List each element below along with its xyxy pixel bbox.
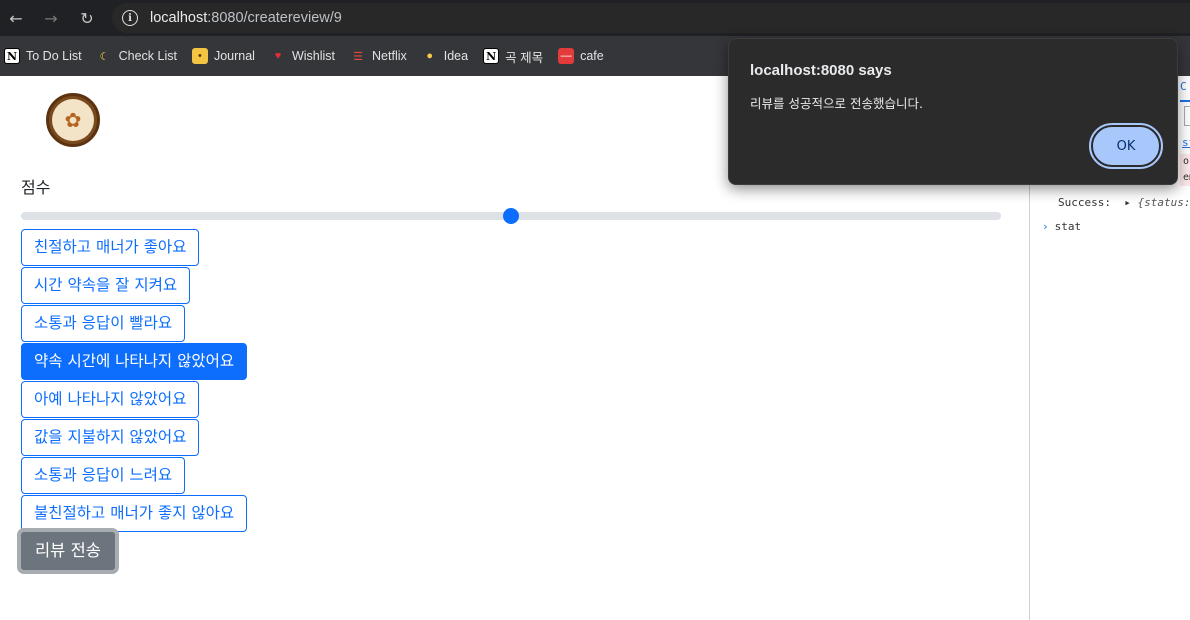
url-path: :8080/createreview/9	[207, 10, 342, 26]
address-bar[interactable]: i localhost:8080/createreview/9	[112, 3, 1190, 33]
expand-triangle-icon[interactable]: ▸	[1118, 196, 1131, 209]
bookmark-label: Check List	[118, 49, 177, 63]
browser-toolbar: ← → ↻ i localhost:8080/createreview/9	[0, 0, 1190, 36]
slider-thumb[interactable]	[503, 208, 519, 224]
forward-arrow-icon[interactable]: →	[40, 7, 62, 29]
review-tag-button[interactable]: 약속 시간에 나타나지 않았어요	[21, 343, 248, 380]
brand-logo: ✿	[46, 93, 100, 147]
bookmark-item[interactable]: • Journal	[191, 48, 255, 64]
devtools-source-link[interactable]: st	[1182, 136, 1190, 149]
bookmark-label: cafe	[580, 49, 604, 63]
bookmark-item[interactable]: N To Do List	[4, 48, 82, 64]
journal-icon: •	[191, 48, 208, 64]
alert-dialog: localhost:8080 says 리뷰를 성공적으로 전송했습니다. OK	[728, 38, 1178, 185]
bookmark-item[interactable]: ☾ Check List	[97, 48, 177, 64]
chicken-icon: ✿	[52, 99, 94, 141]
submit-review-button[interactable]: 리뷰 전송	[17, 528, 119, 574]
popcorn-icon: ☰	[353, 50, 363, 63]
bookmark-label: 곡 제목	[505, 50, 544, 65]
cafe-icon: —	[558, 48, 575, 64]
bookmark-item[interactable]: N 곡 제목	[483, 47, 543, 66]
devtools-error-text-1: or	[1183, 156, 1190, 167]
review-tag-button[interactable]: 시간 약속을 잘 지켜요	[21, 267, 191, 304]
review-tag-list: 친절하고 매너가 좋아요 시간 약속을 잘 지켜요 소통과 응답이 빨라요 약속 시간…	[21, 229, 248, 533]
devtools-filter-input[interactable]	[1184, 106, 1190, 126]
bookmark-item[interactable]: ☰ Netflix	[350, 48, 407, 64]
bookmark-item[interactable]: ● Idea	[422, 48, 468, 64]
devtools-error-text-2: em	[1183, 172, 1190, 183]
ok-button[interactable]: OK	[1089, 123, 1163, 169]
bookmark-label: Idea	[443, 49, 469, 63]
review-tag-button[interactable]: 값을 지불하지 않았어요	[21, 419, 200, 456]
console-input-text[interactable]: stat	[1055, 220, 1082, 233]
score-slider[interactable]	[21, 208, 1001, 224]
bookmark-label: Journal	[213, 49, 255, 63]
bookmark-item[interactable]: ♥ Wishlist	[270, 48, 335, 64]
bulb-icon: ●	[426, 50, 434, 62]
banana-icon: ☾	[99, 50, 110, 63]
console-log-row: Success: ▸ {status:	[1058, 196, 1190, 209]
notion-icon: N	[483, 48, 500, 64]
devtools-error-line: or em	[1180, 154, 1190, 186]
notion-icon: N	[4, 48, 20, 64]
bookmark-item[interactable]: — cafe	[558, 48, 604, 64]
back-arrow-icon[interactable]: ←	[5, 7, 27, 29]
console-prompt-icon: ›	[1042, 220, 1049, 233]
review-tag-button[interactable]: 아예 나타나지 않았어요	[21, 381, 200, 418]
dialog-message: 리뷰를 성공적으로 전송했습니다.	[750, 96, 923, 111]
heart-icon: ♥	[274, 50, 282, 62]
devtools-tab[interactable]: C	[1180, 80, 1190, 102]
score-label: 점수	[21, 178, 51, 197]
console-label: Success:	[1058, 196, 1111, 209]
bookmark-label: Wishlist	[291, 49, 336, 63]
console-object[interactable]: {status:	[1137, 196, 1190, 209]
review-tag-button[interactable]: 불친절하고 매너가 좋지 않아요	[21, 495, 248, 532]
bookmark-label: To Do List	[26, 49, 82, 63]
console-input-row[interactable]: › stat	[1042, 220, 1081, 233]
site-info-icon[interactable]: i	[122, 10, 138, 26]
url-text[interactable]: localhost:8080/createreview/9	[150, 10, 342, 26]
url-host: localhost	[150, 10, 208, 26]
review-tag-button[interactable]: 친절하고 매너가 좋아요	[21, 229, 200, 266]
bookmark-label: Netflix	[372, 49, 407, 63]
review-tag-button[interactable]: 소통과 응답이 빨라요	[21, 305, 186, 342]
dialog-title: localhost:8080 says	[750, 62, 892, 79]
reload-icon[interactable]: ↻	[76, 7, 98, 29]
review-tag-button[interactable]: 소통과 응답이 느려요	[21, 457, 186, 494]
